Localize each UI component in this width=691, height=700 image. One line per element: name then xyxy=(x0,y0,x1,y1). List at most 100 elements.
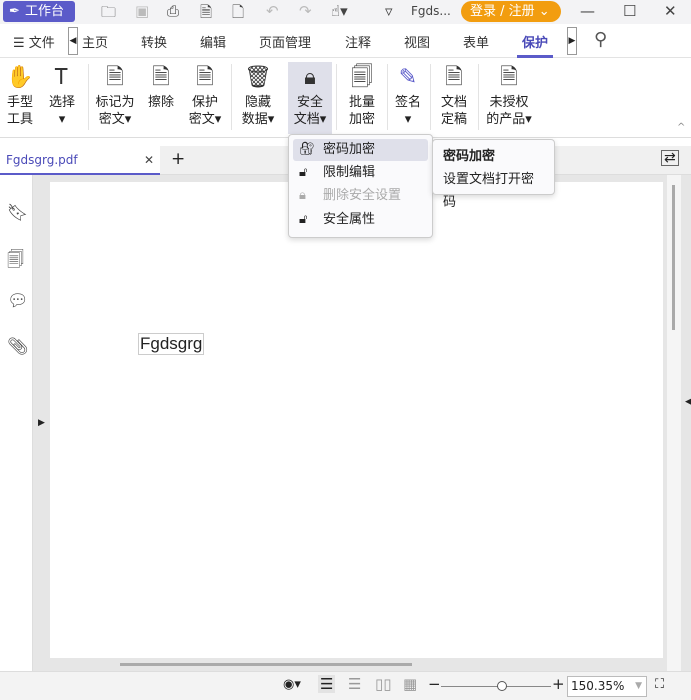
single-page-icon[interactable]: ☰ xyxy=(318,675,335,693)
tab-home[interactable]: 主页 xyxy=(82,32,108,51)
ribbon-toolbar: ✋手型工具 Ꭲ选择▾ 🗎标记为密文▾ 🗎擦除 🗎保护密文▾ 🗑隐藏数据▾ 🔒︎安… xyxy=(0,58,691,138)
expand-sidebar-icon[interactable]: ▶ xyxy=(38,418,45,428)
close-tab-icon[interactable]: ✕ xyxy=(144,146,154,174)
zoom-level-field[interactable]: 150.35% ▼ xyxy=(567,676,647,697)
protected-document-icon: 🗎 xyxy=(184,62,226,94)
save-icon[interactable]: ▣ xyxy=(135,2,149,20)
zoom-value: 150.35% xyxy=(571,679,624,693)
label: 定稿 xyxy=(434,111,474,128)
tab-form[interactable]: 表单 xyxy=(463,32,489,51)
select-button[interactable]: Ꭲ选择▾ xyxy=(44,62,80,134)
hand-tool-dropdown-icon[interactable]: ☝▾ xyxy=(331,2,348,20)
security-document-button[interactable]: 🔒︎安全文档▾ xyxy=(288,62,332,134)
login-register-button[interactable]: 登录 / 注册 ⌄ xyxy=(461,1,561,22)
tab-convert[interactable]: 转换 xyxy=(141,32,167,51)
horizontal-scroll-thumb[interactable] xyxy=(120,663,412,666)
fullscreen-icon[interactable]: ⛶ xyxy=(655,677,664,692)
search-icon[interactable]: ⚲ xyxy=(594,29,607,50)
label: 批量 xyxy=(342,94,382,111)
attachment-icon[interactable]: 📎︎ xyxy=(7,337,29,357)
label: 的产品▾ xyxy=(482,111,536,128)
read-mode-icon[interactable]: ◉▾ xyxy=(283,677,301,692)
label: 安全属性 xyxy=(323,212,375,227)
undo-icon[interactable]: ↶ xyxy=(266,2,279,20)
tooltip: 密码加密 设置文档打开密码 xyxy=(432,139,555,195)
comment-icon[interactable]: 💬︎ xyxy=(7,291,29,311)
hide-data-button[interactable]: 🗑隐藏数据▾ xyxy=(236,62,280,134)
two-page-continuous-icon[interactable]: ▦ xyxy=(403,675,417,693)
hand-icon: ✋ xyxy=(4,62,36,94)
redo-icon[interactable]: ↷ xyxy=(299,2,312,20)
quick-access-dropdown-icon[interactable]: ▿ xyxy=(385,2,393,20)
menu-item-remove-security: 🔒︎删除安全设置 xyxy=(293,185,428,207)
label: 限制编辑 xyxy=(323,165,375,180)
menu-item-password-encrypt[interactable]: 🔐︎密码加密 xyxy=(293,139,428,161)
batch-encrypt-button[interactable]: 🗐批量加密 xyxy=(342,62,382,134)
label: 擦除 xyxy=(142,94,180,111)
pen-sign-icon: ✎ xyxy=(390,62,426,94)
security-document-menu: 🔐︎密码加密 🔓︎限制编辑 🔒︎删除安全设置 🔓︎ 安全属性 xyxy=(288,134,433,238)
document-tab[interactable]: Fgdsgrg.pdf ✕ xyxy=(0,146,160,175)
sign-button[interactable]: ✎签名▾ xyxy=(390,62,426,134)
zoom-in-icon[interactable]: + xyxy=(552,675,565,693)
menu-item-security-properties[interactable]: 🔓︎ 安全属性 xyxy=(293,209,428,231)
new-tab-icon[interactable]: + xyxy=(171,149,185,169)
maximize-icon[interactable]: ☐ xyxy=(623,2,636,20)
chevron-down-icon: ⌄ xyxy=(539,4,550,19)
switch-view-icon[interactable]: ⇄ xyxy=(661,150,679,166)
print-icon[interactable]: ⎙ xyxy=(167,2,179,20)
label: ▾ xyxy=(44,111,80,128)
tab-comment[interactable]: 注释 xyxy=(345,32,371,51)
hand-tool-button[interactable]: ✋手型工具 xyxy=(4,62,36,134)
protect-redaction-button[interactable]: 🗎保护密文▾ xyxy=(184,62,226,134)
close-icon[interactable]: ✕ xyxy=(664,2,677,20)
zoom-slider[interactable] xyxy=(441,686,551,687)
menu-item-restrict-edit[interactable]: 🔓︎限制编辑 xyxy=(293,162,428,184)
divider xyxy=(387,64,388,130)
unlicensed-products-button[interactable]: 🗎未授权的产品▾ xyxy=(482,62,536,134)
tab-edit[interactable]: 编辑 xyxy=(200,32,226,51)
minimize-icon[interactable]: — xyxy=(580,2,595,20)
label: ▾ xyxy=(390,111,426,128)
tooltip-description: 设置文档打开密码 xyxy=(443,168,544,214)
vertical-scroll-thumb[interactable] xyxy=(672,185,675,330)
two-page-icon[interactable]: ▯▯ xyxy=(375,675,392,693)
pen-icon: ✒ xyxy=(9,1,20,22)
bookmark-icon[interactable]: 🔖︎ xyxy=(7,203,29,223)
finalize-document-button[interactable]: 🗎文档定稿 xyxy=(434,62,474,134)
document-tab-name: Fgdsgrg.pdf xyxy=(6,153,78,167)
trash-document-icon: 🗑 xyxy=(236,62,280,94)
scroll-tabs-left-button[interactable]: ◀ xyxy=(68,27,78,55)
file-menu[interactable]: ☰ 文件 xyxy=(13,32,55,51)
tab-page-management[interactable]: 页面管理 xyxy=(259,32,311,51)
divider xyxy=(478,64,479,130)
tab-view[interactable]: 视图 xyxy=(404,32,430,51)
collapse-ribbon-icon[interactable]: ^ xyxy=(677,122,685,133)
zoom-out-icon[interactable]: − xyxy=(428,675,441,693)
file-label: 文件 xyxy=(29,36,55,51)
scroll-tabs-right-button[interactable]: ▶ xyxy=(567,27,577,55)
erase-button[interactable]: 🗎擦除 xyxy=(142,62,180,134)
menu-bar: ☰ 文件 ◀ 主页 转换 编辑 页面管理 注释 视图 表单 保护 ▶ ⚲ xyxy=(0,24,691,58)
label: 隐藏 xyxy=(236,94,280,111)
hamburger-icon: ☰ xyxy=(13,36,25,51)
mark-redaction-button[interactable]: 🗎标记为密文▾ xyxy=(92,62,138,134)
chevron-down-icon[interactable]: ▼ xyxy=(635,677,642,696)
label: 签名 xyxy=(390,94,426,111)
tab-protect[interactable]: 保护 xyxy=(522,32,548,51)
label: 密码加密 xyxy=(323,142,375,157)
continuous-page-icon[interactable]: ☰ xyxy=(348,675,361,693)
lock-properties-icon: 🔓︎ xyxy=(299,209,307,231)
eraser-icon: 🗎 xyxy=(142,62,180,94)
workbench-button[interactable]: ✒工作台 xyxy=(3,1,75,22)
expand-right-panel-icon[interactable]: ◀ xyxy=(685,397,691,407)
page-text[interactable]: Fgdsgrg xyxy=(138,333,204,355)
zoom-slider-handle[interactable] xyxy=(497,681,507,691)
pdf-page xyxy=(50,182,663,658)
divider xyxy=(430,64,431,130)
label: 标记为 xyxy=(92,94,138,111)
label: 未授权 xyxy=(482,94,536,111)
label: 工具 xyxy=(4,111,36,128)
pages-icon[interactable]: 🗐 xyxy=(7,247,24,276)
padlock-icon: 🔒︎ xyxy=(288,62,332,94)
